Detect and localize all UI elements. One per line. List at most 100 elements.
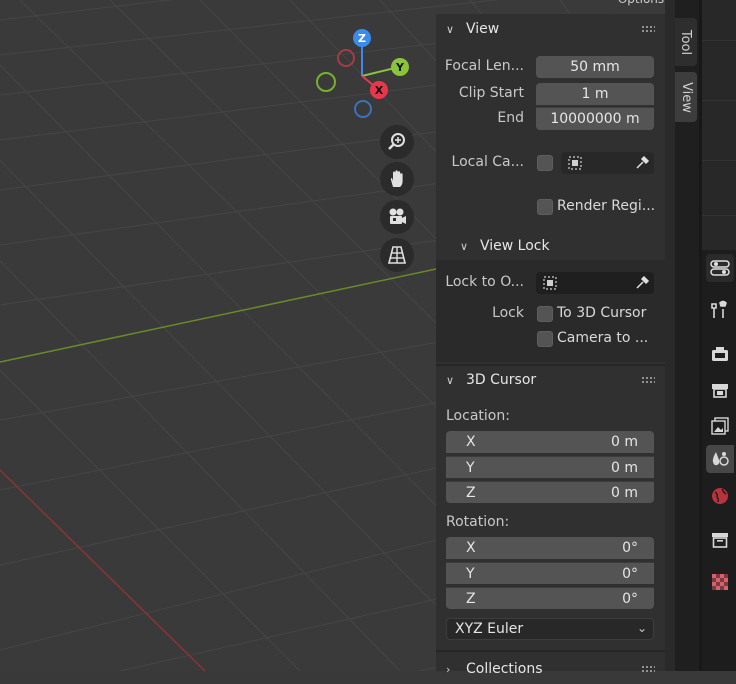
properties-tab-bar — [702, 250, 736, 671]
axis-label: X — [466, 434, 476, 450]
editor-type-button[interactable] — [706, 254, 734, 282]
outliner-row-separator — [702, 100, 736, 101]
pan-button[interactable] — [380, 162, 414, 196]
axis-label: Y — [466, 565, 475, 582]
navigation-gizmo[interactable]: Z Y X — [312, 25, 412, 125]
rotation-x-field[interactable]: X 0° — [446, 537, 654, 559]
view-layer-properties-tab[interactable] — [706, 412, 734, 440]
zoom-icon — [388, 133, 405, 150]
render-region-checkbox[interactable] — [537, 199, 553, 215]
rotation-mode-dropdown[interactable]: XYZ Euler ⌄ — [446, 618, 654, 640]
output-properties-tab[interactable] — [706, 376, 734, 404]
pan-hand-icon — [390, 170, 403, 187]
output-printer-icon — [712, 384, 728, 398]
view-lock-subpanel: ∨ View Lock Lock to O... Lock To 3D Curs… — [436, 232, 665, 362]
local-camera-checkbox[interactable] — [537, 155, 553, 171]
rotation-z-field[interactable]: Z 0° — [446, 587, 654, 609]
render-camera-icon — [712, 347, 728, 361]
drag-grip-icon[interactable] — [641, 376, 655, 384]
tab-view[interactable]: View — [675, 72, 697, 122]
collection-box-icon — [712, 533, 728, 548]
eyedropper-icon[interactable] — [634, 275, 650, 291]
eyedropper-icon[interactable] — [634, 155, 650, 171]
ortho-grid-icon — [387, 246, 407, 264]
local-camera-object-field[interactable] — [561, 152, 654, 174]
axis-label: Z — [466, 484, 476, 501]
chevron-down-icon: ⌄ — [636, 621, 647, 635]
focal-length-label: Focal Len... — [444, 58, 524, 74]
axis-value: 0° — [622, 540, 638, 556]
world-icon — [712, 488, 728, 504]
chevron-down-icon: ∨ — [446, 22, 455, 36]
camera-object-icon — [568, 156, 582, 170]
location-label: Location: — [446, 408, 510, 424]
options-button[interactable]: Options — [611, 0, 671, 10]
location-z-field[interactable]: Z 0 m — [446, 481, 654, 503]
lock-to-3d-cursor-checkbox[interactable] — [537, 306, 553, 322]
ortho-toggle-button[interactable] — [380, 238, 414, 272]
axis-value: 0° — [622, 590, 638, 607]
clip-start-label: Clip Start — [458, 85, 524, 101]
gizmo-x-label: X — [375, 84, 384, 97]
chevron-down-icon: ∨ — [460, 239, 469, 253]
tool-properties-tab[interactable] — [706, 296, 734, 324]
view-panel-header[interactable]: ∨ View — [436, 14, 665, 44]
clip-end-label: End — [497, 110, 524, 126]
outliner-row-separator — [702, 40, 736, 41]
collection-properties-tab[interactable] — [706, 526, 734, 554]
sidebar-tabs: Tool View — [675, 0, 699, 671]
zoom-button[interactable] — [380, 125, 414, 159]
rotation-label: Rotation: — [446, 514, 510, 530]
tab-tool-label: Tool — [678, 29, 694, 55]
tab-view-label: View — [678, 81, 694, 113]
chevron-down-icon: ∨ — [446, 373, 455, 387]
rotation-y-field[interactable]: Y 0° — [446, 562, 654, 584]
texture-checker-icon — [712, 574, 728, 590]
axis-label: Y — [466, 459, 475, 476]
gizmo-z-label: Z — [358, 32, 366, 45]
3d-cursor-panel-title: 3D Cursor — [466, 372, 537, 388]
scene-properties-tab[interactable] — [706, 445, 734, 473]
clip-end-field[interactable]: 10000000 m — [536, 107, 654, 130]
lock-to-object-label: Lock to O... — [445, 274, 524, 290]
drag-grip-icon[interactable] — [641, 665, 655, 673]
rotation-mode-value: XYZ Euler — [455, 621, 524, 637]
focal-length-field[interactable]: 50 mm — [536, 56, 654, 78]
location-y-field[interactable]: Y 0 m — [446, 456, 654, 478]
sidebar-scroll-region[interactable] — [665, 0, 675, 671]
3d-cursor-panel-header[interactable]: ∨ 3D Cursor — [436, 365, 665, 395]
collections-panel-title: Collections — [466, 661, 543, 677]
world-properties-tab[interactable] — [706, 482, 734, 510]
collections-panel-header[interactable]: › Collections — [436, 654, 665, 684]
texture-properties-tab[interactable] — [706, 568, 734, 596]
view-panel-title: View — [466, 21, 500, 37]
axis-label: Z — [466, 590, 476, 607]
gizmo-y-label: Y — [395, 61, 405, 74]
axis-value: 0 m — [611, 459, 638, 476]
tool-wrench-icon — [711, 300, 727, 318]
lock-label: Lock — [492, 305, 524, 321]
camera-to-view-checkbox[interactable] — [537, 331, 553, 347]
tab-tool[interactable]: Tool — [675, 18, 697, 66]
section-divider — [436, 650, 665, 652]
view-layer-icon — [711, 417, 729, 435]
view-lock-title: View Lock — [480, 238, 550, 254]
sidebar-panel: ∨ View Focal Len... 50 mm Clip Start 1 m… — [436, 14, 665, 677]
scene-icon — [712, 452, 729, 466]
camera-view-button[interactable] — [380, 200, 414, 234]
object-icon — [543, 276, 557, 290]
lock-to-3d-cursor-label: To 3D Cursor — [557, 305, 647, 321]
drag-grip-icon[interactable] — [641, 25, 655, 33]
render-properties-tab[interactable] — [706, 340, 734, 368]
lock-to-object-field[interactable] — [536, 272, 654, 294]
axis-value: 0 m — [611, 434, 638, 450]
chevron-right-icon: › — [446, 662, 451, 676]
outliner-area[interactable] — [702, 0, 736, 250]
outliner-row-separator — [702, 215, 736, 216]
clip-start-field[interactable]: 1 m — [536, 83, 654, 105]
properties-editor-icon — [710, 260, 730, 276]
axis-value: 0 m — [611, 484, 638, 501]
location-x-field[interactable]: X 0 m — [446, 431, 654, 453]
view-lock-header[interactable]: ∨ View Lock — [436, 232, 665, 260]
axis-value: 0° — [622, 565, 638, 582]
